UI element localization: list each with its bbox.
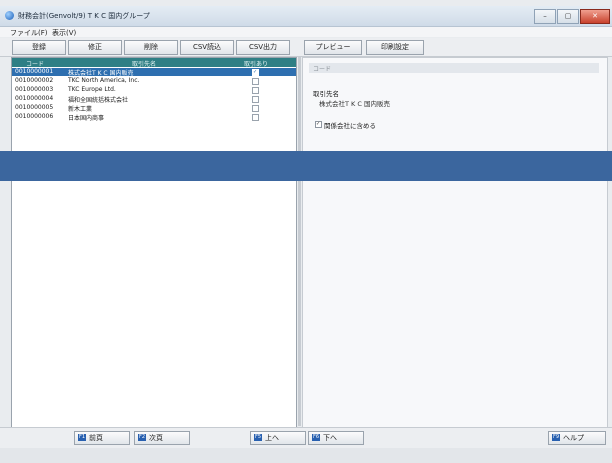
detail-panel: コード 取引先名 株式会社T K C 国内販売 ✓ 関係会社に含める: [302, 57, 608, 428]
f-key-icon: F5: [254, 434, 262, 441]
row-code: 0010000005: [15, 104, 54, 111]
row-checkbox[interactable]: [252, 96, 259, 103]
csv-import-button[interactable]: CSV読込: [180, 40, 234, 55]
row-name: TKC Europe Ltd.: [68, 86, 116, 93]
row-code: 0010000001: [15, 68, 54, 75]
toolbar: 登録 修正 削除 CSV読込 CSV出力 プレビュー 印刷設定: [0, 38, 612, 57]
row-checkbox[interactable]: [252, 78, 259, 85]
pane-splitter[interactable]: [298, 57, 301, 426]
row-checkbox[interactable]: [252, 114, 259, 121]
detail-value: 株式会社T K C 国内販売: [319, 100, 390, 108]
register-button[interactable]: 登録: [12, 40, 66, 55]
app-icon: [5, 11, 14, 20]
next-page-button[interactable]: F2 次頁: [134, 431, 190, 445]
help-button[interactable]: F9 ヘルプ: [548, 431, 606, 445]
f-key-icon: F1: [78, 434, 86, 441]
csv-export-button[interactable]: CSV出力: [236, 40, 290, 55]
prev-page-button[interactable]: F1 前頁: [74, 431, 130, 445]
table-row[interactable]: 0010000003 TKC Europe Ltd.: [12, 86, 296, 94]
row-name: 新木工業: [68, 106, 93, 113]
affiliate-checkbox[interactable]: ✓: [315, 121, 322, 128]
minimize-button[interactable]: –: [534, 9, 556, 24]
preview-button[interactable]: プレビュー: [304, 40, 362, 55]
close-button[interactable]: ✕: [580, 9, 610, 24]
button-label: 前頁: [89, 434, 103, 442]
maximize-button[interactable]: ▢: [557, 9, 579, 24]
window-title: 財務会計(Genvolt/9) T K C 国内グループ: [18, 12, 150, 20]
menu-file[interactable]: ファイル(F): [10, 28, 48, 38]
overlay-band: [0, 151, 612, 181]
button-label: 上へ: [265, 434, 279, 442]
row-code: 0010000004: [15, 95, 54, 102]
row-checkbox[interactable]: ✓: [252, 69, 259, 76]
row-code: 0010000006: [15, 113, 54, 120]
row-checkbox[interactable]: [252, 105, 259, 112]
button-label: ヘルプ: [563, 434, 584, 442]
window-controls: – ▢ ✕: [534, 9, 610, 24]
menu-view[interactable]: 表示(V): [52, 28, 76, 38]
table-row[interactable]: 0010000005 新木工業: [12, 104, 296, 113]
table-row[interactable]: 0010000001 株式会社T K C 国内販売 ✓: [12, 68, 296, 77]
table-row[interactable]: 0010000002 TKC North America, Inc.: [12, 77, 296, 85]
row-name: 株式会社T K C 国内販売: [68, 70, 134, 77]
detail-label: 取引先名: [313, 90, 339, 98]
f-key-icon: F2: [138, 434, 146, 441]
row-name: TKC North America, Inc.: [68, 77, 140, 84]
row-name: 福和全国統括株式会社: [68, 97, 129, 104]
edit-button[interactable]: 修正: [68, 40, 122, 55]
title-bar[interactable]: 財務会計(Genvolt/9) T K C 国内グループ – ▢ ✕: [0, 6, 612, 27]
app-window: 財務会計(Genvolt/9) T K C 国内グループ – ▢ ✕ ファイル(…: [0, 0, 612, 463]
affiliate-checkbox-label: 関係会社に含める: [324, 122, 376, 130]
f-key-icon: F6: [312, 434, 320, 441]
button-label: 次頁: [149, 434, 163, 442]
move-down-button[interactable]: F6 下へ: [308, 431, 364, 445]
row-checkbox[interactable]: [252, 87, 259, 94]
delete-button[interactable]: 削除: [124, 40, 178, 55]
table-row[interactable]: 0010000004 福和全国統括株式会社: [12, 95, 296, 104]
vendor-list[interactable]: コード 取引先名 取引あり 0010000001 株式会社T K C 国内販売 …: [11, 57, 297, 428]
move-up-button[interactable]: F5 上へ: [250, 431, 306, 445]
status-strip: [0, 448, 612, 463]
function-key-bar: F1 前頁 F2 次頁 F5 上へ F6 下へ F9 ヘルプ: [0, 427, 612, 448]
table-row[interactable]: 0010000006 日本国内商事: [12, 113, 296, 122]
column-active[interactable]: 取引あり: [244, 59, 268, 68]
row-code: 0010000003: [15, 86, 54, 93]
print-settings-button[interactable]: 印刷設定: [366, 40, 424, 55]
detail-header-label: コード: [313, 66, 332, 73]
detail-header: コード: [309, 63, 599, 73]
f-key-icon: F9: [552, 434, 560, 441]
row-code: 0010000002: [15, 77, 54, 84]
button-label: 下へ: [323, 434, 337, 442]
column-code[interactable]: コード: [26, 59, 44, 68]
row-name: 日本国内商事: [68, 115, 105, 122]
menu-bar: ファイル(F) 表示(V): [0, 27, 612, 37]
grid-header: コード 取引先名 取引あり: [12, 58, 296, 68]
column-name[interactable]: 取引先名: [132, 59, 156, 68]
